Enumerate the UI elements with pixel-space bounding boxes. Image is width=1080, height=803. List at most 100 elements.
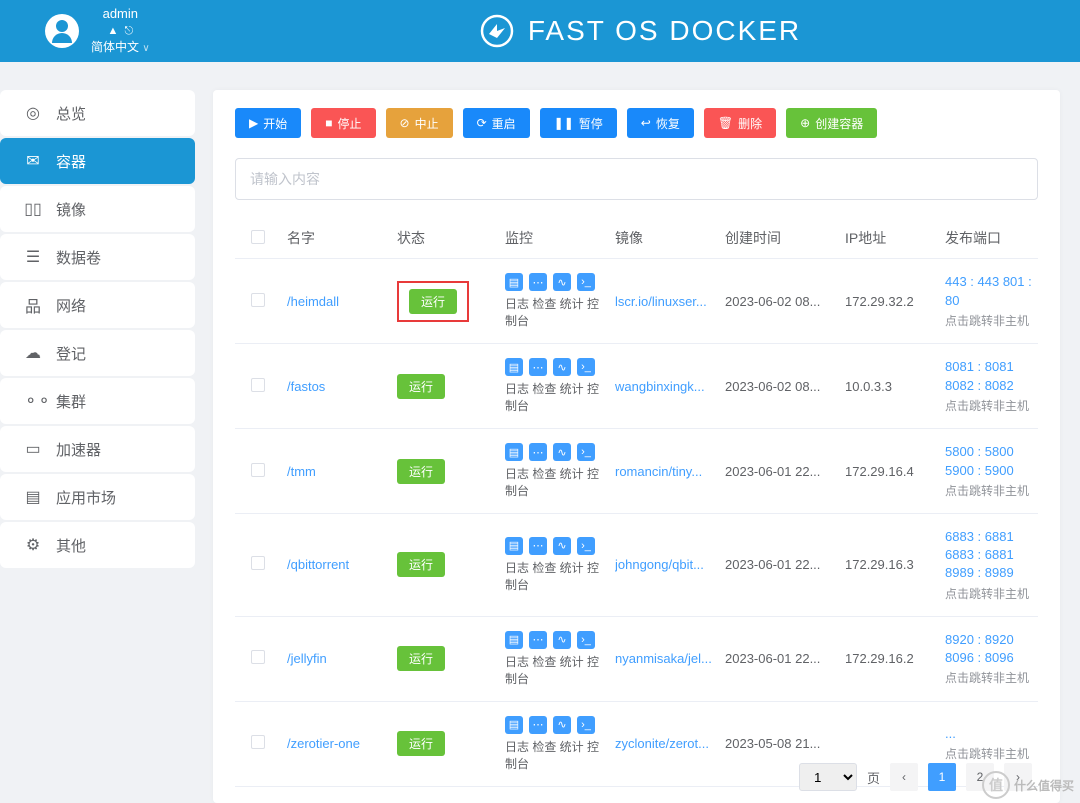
search-bar <box>235 158 1038 200</box>
ports-link[interactable]: 8081 : 8081 8082 : 8082 <box>945 358 1032 394</box>
logs-icon[interactable]: ▤ <box>505 358 523 376</box>
container-name-link[interactable]: /heimdall <box>287 294 339 309</box>
row-checkbox[interactable] <box>251 650 265 664</box>
delete-button[interactable]: 🗑删除 <box>704 108 776 138</box>
logs-icon[interactable]: ▤ <box>505 631 523 649</box>
start-button[interactable]: ▶开始 <box>235 108 301 138</box>
pause-button[interactable]: ❚❚暂停 <box>540 108 617 138</box>
row-checkbox[interactable] <box>251 735 265 749</box>
monitor-labels: 日志 检查 统计 控制台 <box>505 465 603 499</box>
image-link[interactable]: lscr.io/linuxser... <box>615 294 713 309</box>
volume-icon: ☰ <box>24 247 42 267</box>
stats-icon[interactable]: ∿ <box>553 358 571 376</box>
inspect-icon[interactable]: ⋯ <box>529 443 547 461</box>
user-block[interactable]: admin ▲ ⎋ 简体中文 ∨ <box>0 6 195 56</box>
logout-icon[interactable]: ⎋ <box>124 25 133 37</box>
container-name-link[interactable]: /zerotier-one <box>287 736 360 751</box>
stats-icon[interactable]: ∿ <box>553 631 571 649</box>
image-link[interactable]: johngong/qbit... <box>615 557 713 572</box>
ports-hint: 点击跳转非主机 <box>945 669 1032 686</box>
sidebar-item-images[interactable]: ▯▯镜像 <box>0 186 195 232</box>
image-link[interactable]: nyanmisaka/jel... <box>615 651 713 666</box>
stats-icon[interactable]: ∿ <box>553 443 571 461</box>
stats-icon[interactable]: ∿ <box>553 273 571 291</box>
monitor-labels: 日志 检查 统计 控制台 <box>505 738 603 772</box>
console-icon[interactable]: ›_ <box>577 273 595 291</box>
ports-link[interactable]: 443 : 443 801 : 80 <box>945 273 1032 309</box>
status-tag: 运行 <box>397 552 445 577</box>
sidebar-item-accelerator[interactable]: ▭加速器 <box>0 426 195 472</box>
container-name-link[interactable]: /qbittorrent <box>287 557 349 572</box>
console-icon[interactable]: ›_ <box>577 358 595 376</box>
brand-title: FAST OS DOCKER <box>201 0 1080 62</box>
page-size-select[interactable]: 1 <box>799 763 857 791</box>
logs-icon[interactable]: ▤ <box>505 273 523 291</box>
inspect-icon[interactable]: ⋯ <box>529 716 547 734</box>
cluster-icon: ⚬⚬ <box>24 391 42 411</box>
restart-icon: ⟳ <box>477 116 487 130</box>
language-selector[interactable]: 简体中文 <box>91 40 139 54</box>
row-checkbox[interactable] <box>251 463 265 477</box>
ports-link[interactable]: 6883 : 6881 6883 : 6881 8989 : 8989 <box>945 528 1032 583</box>
console-icon[interactable]: ›_ <box>577 716 595 734</box>
image-link[interactable]: zyclonite/zerot... <box>615 736 713 751</box>
inspect-icon[interactable]: ⋯ <box>529 358 547 376</box>
table-row: /tmm 运行 ▤ ⋯ ∿ ›_ 日志 检查 统计 控制台 romancin/t… <box>235 429 1038 514</box>
play-icon: ▶ <box>249 116 258 130</box>
table-header: 名字 状态 监控 镜像 创建时间 IP地址 发布端口 <box>235 218 1038 259</box>
plus-icon: ⊕ <box>800 116 810 130</box>
ports-link[interactable]: ... <box>945 725 1032 743</box>
toolbar: ▶开始 ■停止 ⊘中止 ⟳重启 ❚❚暂停 ↩恢复 🗑删除 ⊕创建容器 <box>235 108 1038 138</box>
logs-icon[interactable]: ▤ <box>505 716 523 734</box>
trash-icon: 🗑 <box>718 116 733 130</box>
monitor-labels: 日志 检查 统计 控制台 <box>505 559 603 593</box>
prev-page-button[interactable]: ‹ <box>890 763 918 791</box>
search-input[interactable] <box>235 158 1038 200</box>
cloud-icon: ☁ <box>24 343 42 363</box>
row-checkbox[interactable] <box>251 378 265 392</box>
console-icon[interactable]: ›_ <box>577 537 595 555</box>
sidebar-item-registry[interactable]: ☁登记 <box>0 330 195 376</box>
container-name-link[interactable]: /fastos <box>287 379 325 394</box>
logs-icon[interactable]: ▤ <box>505 443 523 461</box>
brand-logo-icon <box>480 14 514 48</box>
stop-icon: ■ <box>325 116 332 130</box>
image-link[interactable]: wangbinxingk... <box>615 379 713 394</box>
restart-button[interactable]: ⟳重启 <box>463 108 530 138</box>
logs-icon[interactable]: ▤ <box>505 537 523 555</box>
sidebar-item-volumes[interactable]: ☰数据卷 <box>0 234 195 280</box>
gear-icon: ⚙ <box>24 535 42 555</box>
inspect-icon[interactable]: ⋯ <box>529 537 547 555</box>
sidebar-item-overview[interactable]: ◎总览 <box>0 90 195 136</box>
create-button[interactable]: ⊕创建容器 <box>786 108 877 138</box>
container-name-link[interactable]: /tmm <box>287 464 316 479</box>
console-icon[interactable]: ›_ <box>577 631 595 649</box>
ports-link[interactable]: 8920 : 8920 8096 : 8096 <box>945 631 1032 667</box>
stop-button[interactable]: ■停止 <box>311 108 375 138</box>
sidebar-item-cluster[interactable]: ⚬⚬集群 <box>0 378 195 424</box>
monitor-labels: 日志 检查 统计 控制台 <box>505 295 603 329</box>
inspect-icon[interactable]: ⋯ <box>529 631 547 649</box>
sidebar-item-market[interactable]: ▤应用市场 <box>0 474 195 520</box>
container-name-link[interactable]: /jellyfin <box>287 651 327 666</box>
page-1-button[interactable]: 1 <box>928 763 956 791</box>
console-icon[interactable]: ›_ <box>577 443 595 461</box>
inspect-icon[interactable]: ⋯ <box>529 273 547 291</box>
resume-button[interactable]: ↩恢复 <box>627 108 694 138</box>
abort-button[interactable]: ⊘中止 <box>386 108 453 138</box>
main-card: ▶开始 ■停止 ⊘中止 ⟳重启 ❚❚暂停 ↩恢复 🗑删除 ⊕创建容器 <box>213 90 1060 803</box>
created-cell: 2023-06-02 08... <box>719 344 839 429</box>
row-checkbox[interactable] <box>251 293 265 307</box>
sidebar-item-containers[interactable]: ✉容器 <box>0 138 195 184</box>
image-link[interactable]: romancin/tiny... <box>615 464 713 479</box>
ports-hint: 点击跳转非主机 <box>945 397 1032 414</box>
sidebar-item-network[interactable]: 品网络 <box>0 282 195 328</box>
stats-icon[interactable]: ∿ <box>553 716 571 734</box>
select-all-checkbox[interactable] <box>251 230 265 244</box>
row-checkbox[interactable] <box>251 556 265 570</box>
ports-link[interactable]: 5800 : 5800 5900 : 5900 <box>945 443 1032 479</box>
created-cell: 2023-06-01 22... <box>719 429 839 514</box>
sidebar-item-other[interactable]: ⚙其他 <box>0 522 195 568</box>
stats-icon[interactable]: ∿ <box>553 537 571 555</box>
user-icon: ▲ <box>107 25 118 37</box>
